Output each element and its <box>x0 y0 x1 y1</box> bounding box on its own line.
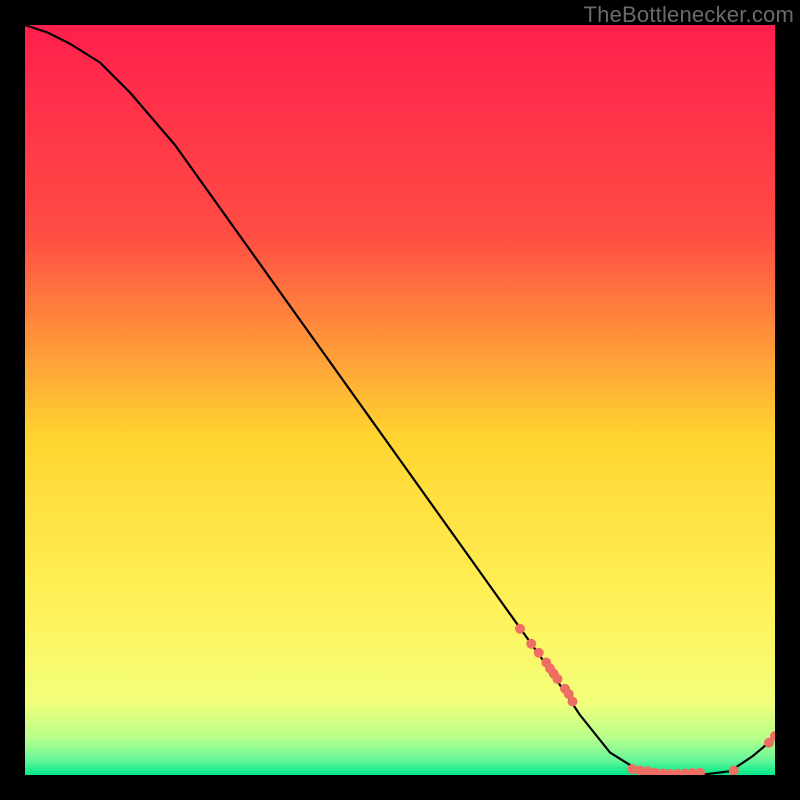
data-point <box>553 674 563 684</box>
chart-svg <box>25 25 775 775</box>
data-point <box>568 697 578 707</box>
plot-area <box>25 25 775 775</box>
gradient-background <box>25 25 775 775</box>
data-point <box>526 639 536 649</box>
data-point <box>515 624 525 634</box>
chart-container: TheBottlenecker.com <box>0 0 800 800</box>
data-point <box>534 648 544 658</box>
